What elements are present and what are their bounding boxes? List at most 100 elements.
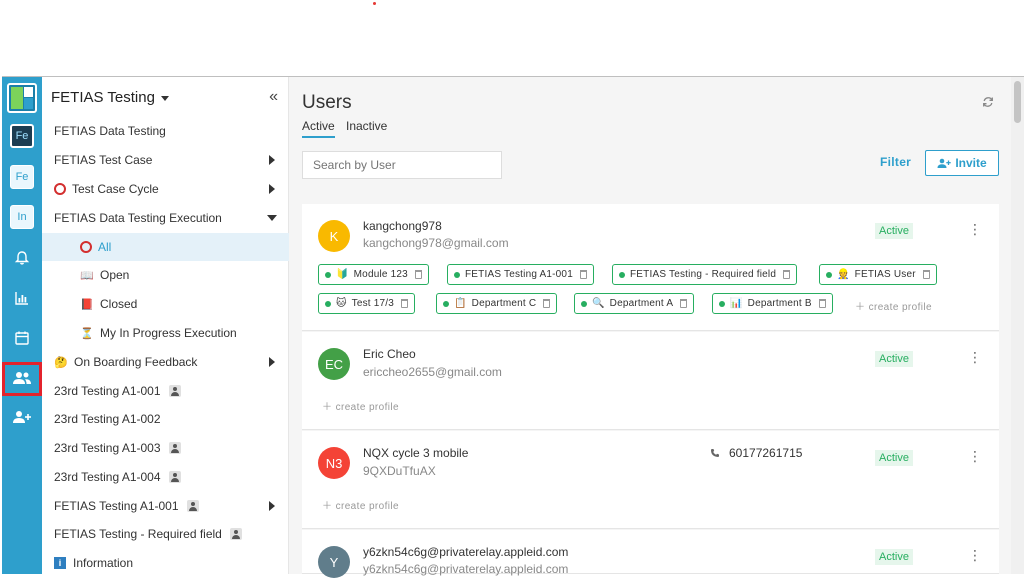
chevron-right-icon [269,501,275,511]
ring-icon [80,241,92,253]
trash-icon[interactable] [579,270,587,279]
status-dot [454,271,460,278]
more-options-icon[interactable]: ⋮ [968,449,982,463]
nav-item-test-case-cycle[interactable]: Test Case Cycle [42,175,289,203]
nav-item-fetias-testing-a1-001[interactable]: FETIAS Testing A1-001 [42,492,289,520]
profile-chip[interactable]: 📋 Department C [436,293,558,314]
trash-icon[interactable] [543,299,551,308]
open-book-icon: 📖 [80,269,94,282]
caret-down-icon [160,96,169,101]
workspace-selector[interactable]: FETIAS Testing [51,89,169,106]
workspace-switch-in[interactable]: In [10,205,34,229]
phone-icon [711,449,719,457]
nav-item-fetias-data-testing[interactable]: FETIAS Data Testing [42,117,289,145]
nav-item-all[interactable]: All [42,233,289,261]
user-name: y6zkn54c6g@privaterelay.appleid.com [363,545,569,559]
profile-chip[interactable]: 👷 FETIAS User [819,264,937,285]
calendar-icon[interactable] [10,326,34,350]
trash-icon[interactable] [414,270,422,279]
profile-emoji: 📋 [454,298,467,309]
hourglass-icon: ⏳ [80,327,94,340]
user-card[interactable]: K kangchong978 kangchong978@gmail.com Ac… [302,204,999,331]
nav-item-closed[interactable]: 📕 Closed [42,290,289,318]
more-options-icon[interactable]: ⋮ [968,350,982,364]
user-name: NQX cycle 3 mobile [363,446,469,460]
profile-chip[interactable]: 📊 Department B [712,293,833,314]
trash-icon[interactable] [680,299,688,308]
add-user-icon[interactable] [10,405,34,429]
nav-item-open[interactable]: 📖 Open [42,261,289,289]
profile-emoji: 👷 [837,269,850,280]
status-dot [443,300,449,307]
bell-icon[interactable] [10,246,34,270]
nav-item-23rd-testing-a1-004[interactable]: 23rd Testing A1-004 [42,463,289,491]
profile-label: Test 17/3 [351,298,395,309]
profile-emoji: 📊 [730,298,743,309]
avatar: K [318,220,350,252]
nav-item-label: 23rd Testing A1-003 [54,441,161,455]
status-dot [719,300,725,307]
profile-chip[interactable]: 🔰 Module 123 [318,264,429,285]
phone-label: 60177261715 [729,446,803,460]
workspace-title: FETIAS Testing [51,89,155,106]
profile-chip[interactable]: 🔍 Department A [574,293,695,314]
user-card[interactable]: N3 NQX cycle 3 mobile 9QXDuTfuAX 6017726… [302,431,999,529]
profile-chip[interactable]: FETIAS Testing A1-001 [447,264,594,285]
user-email: kangchong978@gmail.com [363,236,509,250]
red-dot-mark [373,2,376,5]
profile-emoji: 🔍 [592,298,605,309]
profile-label: FETIAS Testing - Required field [630,269,777,280]
create-profile-button[interactable]: ＋ create profile [322,497,399,512]
nav-item-fetias-test-case[interactable]: FETIAS Test Case [42,146,289,174]
status-dot [325,300,331,307]
user-card[interactable]: Y y6zkn54c6g@privaterelay.appleid.com y6… [302,530,999,578]
workspace-switch-fe[interactable]: Fe [10,165,34,189]
chart-icon[interactable] [10,286,34,310]
thinking-face-icon: 🤔 [54,356,68,369]
trash-icon[interactable] [818,299,826,308]
trash-icon[interactable] [783,270,791,279]
trash-icon[interactable] [401,299,409,308]
create-profile-button[interactable]: ＋ create profile [855,298,932,313]
chevron-right-icon [269,155,275,165]
create-profile-button[interactable]: ＋ create profile [322,398,399,413]
nav-item-23rd-testing-a1-002[interactable]: 23rd Testing A1-002 [42,405,289,433]
profile-label: Department B [747,298,812,309]
invite-button[interactable]: Invite [925,150,999,176]
nav-item-my-in-progress-execution[interactable]: ⏳ My In Progress Execution [42,319,289,347]
more-options-icon[interactable]: ⋮ [968,222,982,236]
user-card[interactable]: EC Eric Cheo ericcheo2655@gmail.com Acti… [302,332,999,430]
scrollbar[interactable] [1011,77,1024,574]
profile-label: FETIAS Testing A1-001 [465,269,573,280]
nav-item-23rd-testing-a1-001[interactable]: 23rd Testing A1-001 [42,377,289,405]
trash-icon[interactable] [922,270,930,279]
nav-item-fetias-testing-required-field[interactable]: FETIAS Testing - Required field [42,520,289,548]
profile-chip[interactable]: 🐱 Test 17/3 [318,293,416,314]
top-blank-area [0,0,1024,76]
status-dot [619,271,625,278]
filter-button[interactable]: Filter [880,155,911,169]
nav-item-23rd-testing-a1-003[interactable]: 23rd Testing A1-003 [42,434,289,462]
phone-number: 60177261715 [710,446,802,460]
invite-label: Invite [955,156,987,170]
scrollbar-thumb[interactable] [1014,81,1021,123]
add-user-icon [937,158,952,168]
nav-item-label: FETIAS Test Case [54,153,153,167]
more-options-icon[interactable]: ⋮ [968,548,982,562]
avatar: EC [318,348,350,380]
app-logo-icon[interactable] [7,83,37,113]
tab-inactive[interactable]: Inactive [346,119,387,133]
avatar: Y [318,546,350,578]
profile-label: Department A [609,298,674,309]
workspace-switch-fe-active[interactable]: Fe [10,124,34,148]
nav-item-fetias-data-testing-execution[interactable]: FETIAS Data Testing Execution [42,204,289,232]
profile-chip[interactable]: FETIAS Testing - Required field [612,264,798,285]
tab-active[interactable]: Active [302,119,335,138]
collapse-sidebar-icon[interactable]: « [269,88,278,106]
nav-item-label: FETIAS Data Testing [54,124,166,138]
refresh-icon[interactable] [982,95,994,113]
search-input[interactable] [302,151,502,179]
person-icon [168,385,181,397]
user-email: ericcheo2655@gmail.com [363,365,502,379]
nav-item-on-boarding-feedback[interactable]: 🤔 On Boarding Feedback [42,348,289,376]
